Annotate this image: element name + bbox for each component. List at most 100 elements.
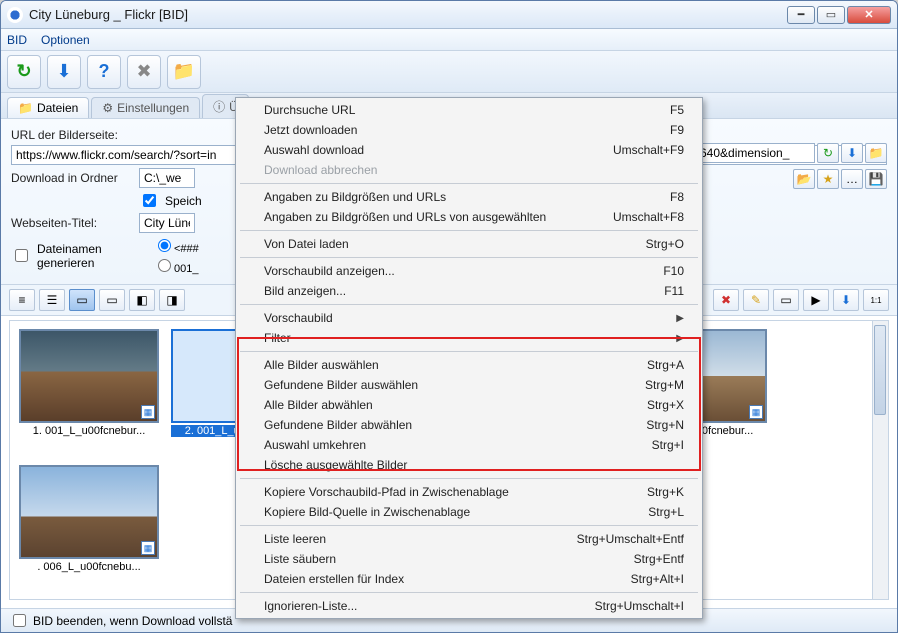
context-menu-item[interactable]: Auswahl umkehrenStrg+I xyxy=(236,435,702,455)
context-menu-item[interactable]: Bild anzeigen...F11 xyxy=(236,281,702,301)
context-menu-item[interactable]: Angaben zu Bildgrößen und URLsF8 xyxy=(236,187,702,207)
image-badge-icon: ▦ xyxy=(141,541,155,555)
context-menu-item[interactable]: Gefundene Bilder abwählen Strg+N xyxy=(236,415,702,435)
context-menu-item[interactable]: Kopiere Bild-Quelle in ZwischenablageStr… xyxy=(236,502,702,522)
folder-input[interactable] xyxy=(139,168,195,188)
context-menu-label: Kopiere Vorschaubild-Pfad in Zwischenabl… xyxy=(264,485,509,499)
image-badge-icon: ▦ xyxy=(749,405,763,419)
context-menu-item[interactable]: Angaben zu Bildgrößen und URLs von ausge… xyxy=(236,207,702,227)
tab-files[interactable]: 📁Dateien xyxy=(7,97,89,118)
context-menu-item[interactable]: Jetzt downloadenF9 xyxy=(236,120,702,140)
refresh-button[interactable]: ↻ xyxy=(7,55,41,89)
context-menu-label: Gefundene Bilder abwählen xyxy=(264,418,412,432)
folder-small-button[interactable]: 📁 xyxy=(865,143,887,163)
context-menu-item[interactable]: Liste leerenStrg+Umschalt+Entf xyxy=(236,529,702,549)
help-button[interactable]: ? xyxy=(87,55,121,89)
save-checkbox-label: Speich xyxy=(165,194,202,208)
context-menu-label: Von Datei laden xyxy=(264,237,349,251)
context-menu-label: Gefundene Bilder auswählen xyxy=(264,378,418,392)
view-gradient-button[interactable]: ◧ xyxy=(129,289,155,311)
maximize-button[interactable]: ▭ xyxy=(817,6,845,24)
context-menu-item[interactable]: Durchsuche URLF5 xyxy=(236,100,702,120)
refresh-small-button[interactable]: ↻ xyxy=(817,143,839,163)
context-menu-shortcut: Strg+N xyxy=(646,418,684,432)
url-label: URL der Bilderseite: xyxy=(11,128,133,142)
context-menu-item[interactable]: Liste säubernStrg+Entf xyxy=(236,549,702,569)
context-menu-separator xyxy=(240,592,698,593)
context-menu-separator xyxy=(240,525,698,526)
ratio-button[interactable]: 1:1 xyxy=(863,289,889,311)
cancel-button[interactable]: ✖ xyxy=(127,55,161,89)
context-menu-item[interactable]: Vorschaubild anzeigen...F10 xyxy=(236,261,702,281)
thumbnail-caption: . 006_L_u00fcnebu... xyxy=(19,561,159,573)
context-menu-shortcut: Strg+I xyxy=(652,438,684,452)
context-menu-item[interactable]: Kopiere Vorschaubild-Pfad in Zwischenabl… xyxy=(236,482,702,502)
submenu-arrow-icon: ▶ xyxy=(676,333,684,344)
close-button[interactable]: ✕ xyxy=(847,6,891,24)
window-title: City Lüneburg _ Flickr [BID] xyxy=(29,7,787,22)
bookmark-button[interactable]: ⬇ xyxy=(841,143,863,163)
open-folder-button[interactable]: 📂 xyxy=(793,169,815,189)
context-menu-item[interactable]: Gefundene Bilder auswählenStrg+M xyxy=(236,375,702,395)
context-menu-separator xyxy=(240,351,698,352)
quit-after-download-checkbox[interactable] xyxy=(13,614,26,627)
context-menu-item[interactable]: Alle Bilder auswählenStrg+A xyxy=(236,355,702,375)
view-large-button[interactable]: ▭ xyxy=(99,289,125,311)
scrollbar[interactable] xyxy=(872,321,888,599)
context-menu-separator xyxy=(240,230,698,231)
thumbnail-image: ▦ xyxy=(19,329,159,423)
clean-button[interactable]: ✎ xyxy=(743,289,769,311)
context-menu-shortcut: F9 xyxy=(670,123,684,137)
context-menu-label: Auswahl download xyxy=(264,143,364,157)
context-menu-item[interactable]: Ignorieren-Liste... Strg+Umschalt+I xyxy=(236,596,702,616)
prev-button[interactable]: ▭ xyxy=(773,289,799,311)
menubar: BID Optionen xyxy=(1,29,897,51)
download-button[interactable]: ⬇ xyxy=(47,55,81,89)
view-alt-button[interactable]: ◨ xyxy=(159,289,185,311)
scrollbar-thumb[interactable] xyxy=(874,325,886,415)
context-menu-label: Filter xyxy=(264,331,291,345)
context-menu-item[interactable]: Dateien erstellen für IndexStrg+Alt+I xyxy=(236,569,702,589)
pattern-radio-1[interactable] xyxy=(158,239,171,252)
pattern-radio-2[interactable] xyxy=(158,259,171,272)
context-menu-shortcut: Umschalt+F9 xyxy=(613,143,684,157)
thumbnail-item[interactable]: ▦ . 006_L_u00fcnebu... xyxy=(18,465,160,591)
context-menu-item[interactable]: Filter ▶ xyxy=(236,328,702,348)
view-thumbs-button[interactable]: ▭ xyxy=(69,289,95,311)
download-sel-button[interactable]: ⬇ xyxy=(833,289,859,311)
context-menu-item[interactable]: Vorschaubild▶ xyxy=(236,308,702,328)
star-button[interactable]: ★ xyxy=(817,169,839,189)
view-details-button[interactable]: ☰ xyxy=(39,289,65,311)
menu-bid[interactable]: BID xyxy=(7,33,27,47)
context-menu-shortcut: F11 xyxy=(664,284,684,298)
next-button[interactable]: ▶ xyxy=(803,289,829,311)
context-menu-shortcut: Umschalt+F8 xyxy=(613,210,684,224)
minimize-button[interactable]: ━ xyxy=(787,6,815,24)
context-menu-label: Angaben zu Bildgrößen und URLs von ausge… xyxy=(264,210,546,224)
gen-names-checkbox[interactable] xyxy=(15,249,28,262)
delete-image-button[interactable]: ✖ xyxy=(713,289,739,311)
save-button[interactable]: 💾 xyxy=(865,169,887,189)
context-menu-item[interactable]: Auswahl download Umschalt+F9 xyxy=(236,140,702,160)
context-menu-shortcut: Strg+O xyxy=(646,237,684,251)
image-badge-icon: ▦ xyxy=(141,405,155,419)
thumbnail-item[interactable]: ▦1. 001_L_u00fcnebur... xyxy=(18,329,160,455)
context-menu-item[interactable]: Von Datei laden Strg+O xyxy=(236,234,702,254)
context-menu-item[interactable]: Lösche ausgewählte Bilder xyxy=(236,455,702,475)
context-menu-item[interactable]: Alle Bilder abwählenStrg+X xyxy=(236,395,702,415)
context-menu-label: Kopiere Bild-Quelle in Zwischenablage xyxy=(264,505,470,519)
folder-button[interactable]: 📁 xyxy=(167,55,201,89)
title-input[interactable] xyxy=(139,213,195,233)
view-list-button[interactable]: ≡ xyxy=(9,289,35,311)
context-menu-label: Ignorieren-Liste... xyxy=(264,599,357,613)
browse-button[interactable]: … xyxy=(841,169,863,189)
menu-options[interactable]: Optionen xyxy=(41,33,90,47)
folder-label: Download in Ordner xyxy=(11,171,133,185)
tab-settings[interactable]: ⚙Einstellungen xyxy=(91,97,200,118)
context-menu-item: Download abbrechen xyxy=(236,160,702,180)
url-right-group: ↻ ⬇ 📁 xyxy=(695,143,887,163)
save-checkbox[interactable] xyxy=(143,194,156,207)
context-menu-shortcut: Strg+Umschalt+I xyxy=(595,599,684,613)
url-right-input[interactable] xyxy=(695,143,815,163)
context-menu-shortcut: Strg+Alt+I xyxy=(631,572,684,586)
